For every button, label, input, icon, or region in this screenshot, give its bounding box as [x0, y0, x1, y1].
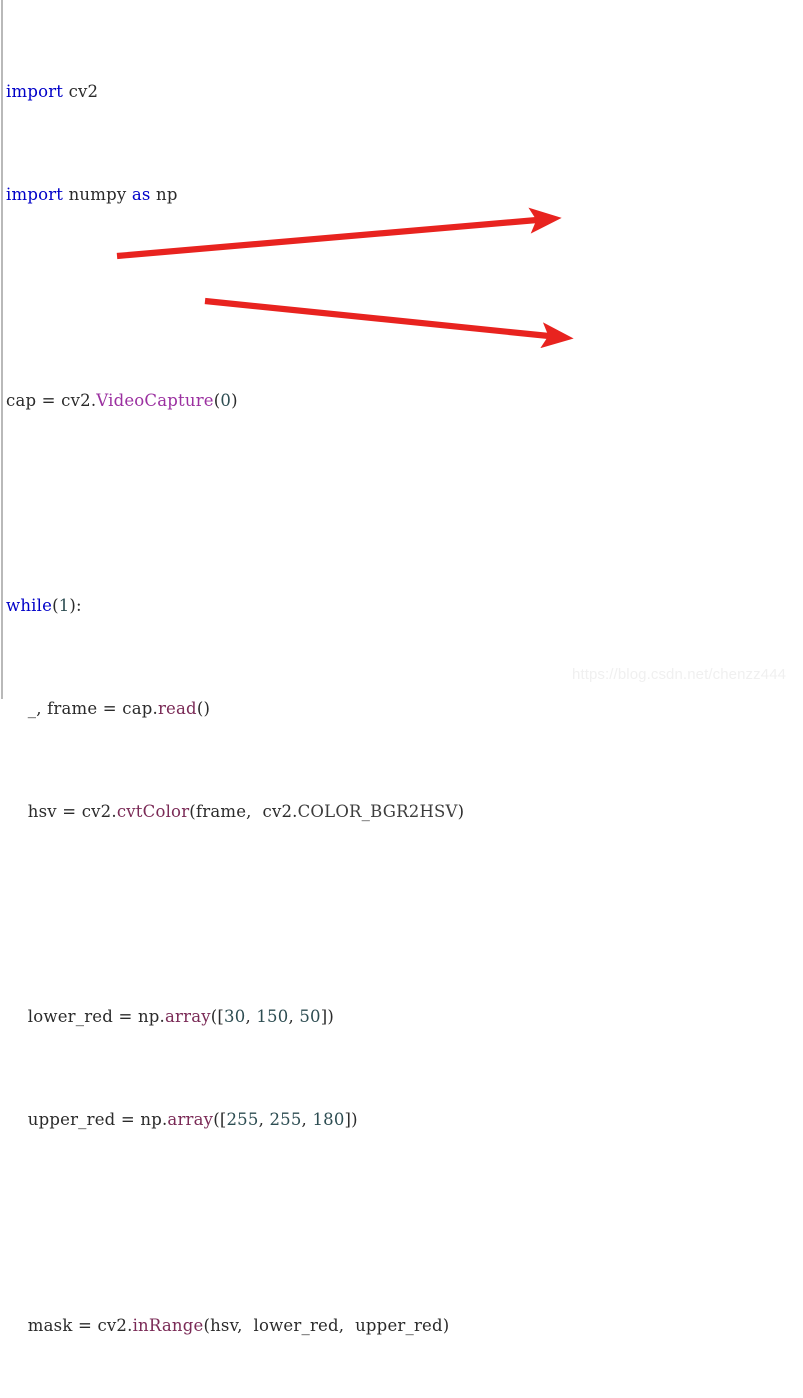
keyword-import: import [6, 82, 64, 102]
number-literal: 50 [299, 1007, 321, 1027]
code-block: import cv2 import numpy as np cap = cv2.… [6, 2, 796, 1398]
function-videocapture: VideoCapture [96, 390, 214, 410]
code-line-13: mask = cv2.inRange(hsv, lower_red, upper… [6, 1315, 450, 1335]
code-line-8: hsv = cv2.cvtColor(frame, cv2.COLOR_BGR2… [6, 801, 465, 821]
watermark-url: https://blog.csdn.net/chenzz444 [572, 666, 787, 683]
code-line-2: import numpy as np [6, 184, 178, 204]
function-read: read [157, 698, 197, 718]
number-literal: 255 [226, 1110, 259, 1130]
code-line-11: upper_red = np.array([255, 255, 180]) [6, 1110, 358, 1130]
number-literal: 1 [58, 596, 70, 616]
number-literal: 255 [269, 1110, 302, 1130]
code-line-10: lower_red = np.array([30, 150, 50]) [6, 1007, 335, 1027]
left-gutter-rule [1, 0, 3, 699]
code-screenshot-surface: import cv2 import numpy as np cap = cv2.… [0, 0, 803, 1335]
code-line-4: cap = cv2.VideoCapture(0) [6, 390, 238, 410]
function-cvtcolor: cvtColor [116, 801, 190, 821]
number-literal: 180 [312, 1110, 345, 1130]
keyword-import: import [6, 184, 64, 204]
function-inrange: inRange [132, 1315, 204, 1335]
code-line-1: import cv2 [6, 82, 99, 102]
function-array: array [164, 1007, 211, 1027]
code-line-7: _, frame = cap.read() [6, 698, 211, 718]
constant-color-bgr2hsv: COLOR_BGR2HSV [297, 801, 458, 821]
number-literal: 150 [256, 1007, 289, 1027]
number-literal: 30 [224, 1007, 246, 1027]
number-literal: 0 [220, 390, 232, 410]
keyword-while: while [6, 596, 53, 616]
keyword-as: as [131, 184, 151, 204]
function-array: array [167, 1110, 214, 1130]
code-line-6: while(1): [6, 596, 82, 616]
